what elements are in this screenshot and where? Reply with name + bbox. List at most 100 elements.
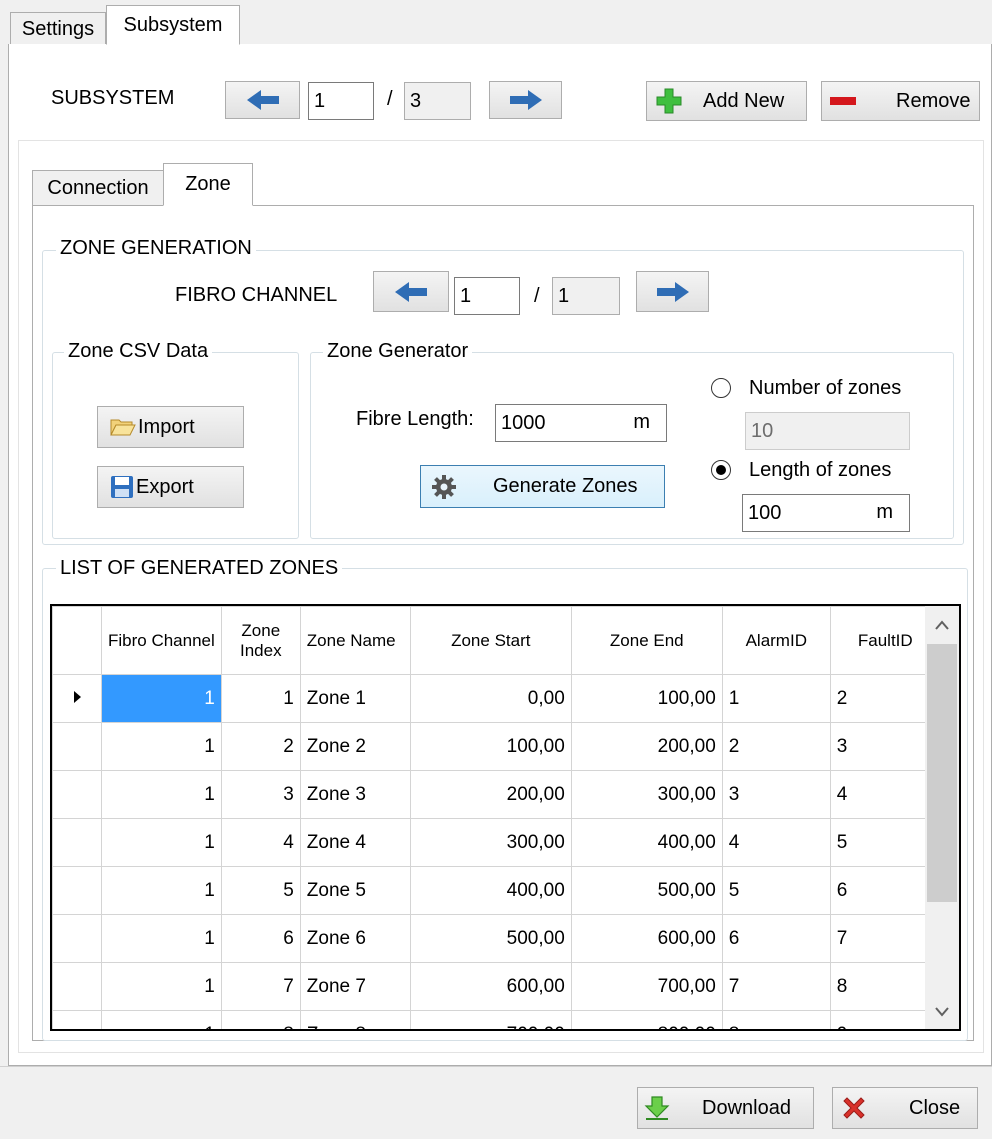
- table-cell[interactable]: Zone 4: [299, 818, 411, 867]
- table-row[interactable]: 1 1 Zone 1 0,00 100,00 1 2: [52, 674, 941, 723]
- table-cell[interactable]: 3: [721, 770, 831, 819]
- table-cell[interactable]: 6: [721, 914, 831, 963]
- table-row[interactable]: 1 6 Zone 6 500,00 600,00 6 7: [52, 914, 941, 963]
- table-row[interactable]: 1 7 Zone 7 600,00 700,00 7 8: [52, 962, 941, 1011]
- table-cell[interactable]: 1: [101, 1010, 222, 1029]
- table-row[interactable]: 1 4 Zone 4 300,00 400,00 4 5: [52, 818, 941, 867]
- tab-zone[interactable]: Zone: [163, 163, 253, 206]
- row-header[interactable]: [52, 722, 102, 771]
- table-cell[interactable]: 0,00: [409, 674, 572, 723]
- table-cell[interactable]: 200,00: [409, 770, 572, 819]
- row-header[interactable]: [52, 962, 102, 1011]
- table-cell[interactable]: 6: [829, 866, 941, 915]
- table-cell[interactable]: 1: [721, 674, 831, 723]
- zones-grid[interactable]: Fibro Channel Zone Index Zone Name Zone …: [50, 604, 961, 1031]
- table-cell[interactable]: 200,00: [570, 722, 723, 771]
- table-cell[interactable]: 2: [220, 722, 301, 771]
- channel-current-input[interactable]: 1: [454, 277, 520, 315]
- table-cell[interactable]: 100,00: [570, 674, 723, 723]
- remove-button[interactable]: Remove: [821, 81, 980, 121]
- table-cell[interactable]: Zone 7: [299, 962, 411, 1011]
- column-header-zone-index[interactable]: Zone Index: [220, 606, 301, 675]
- table-cell[interactable]: 3: [829, 722, 941, 771]
- scroll-down-icon[interactable]: [925, 995, 959, 1029]
- table-cell[interactable]: 7: [829, 914, 941, 963]
- table-cell[interactable]: 1: [101, 818, 222, 867]
- tab-subsystem[interactable]: Subsystem: [106, 5, 240, 45]
- download-button[interactable]: Download: [637, 1087, 814, 1129]
- close-button[interactable]: Close: [832, 1087, 978, 1129]
- table-cell[interactable]: Zone 2: [299, 722, 411, 771]
- add-new-button[interactable]: Add New: [646, 81, 807, 121]
- row-header[interactable]: [52, 914, 102, 963]
- scroll-up-icon[interactable]: [925, 608, 959, 642]
- tab-connection[interactable]: Connection: [32, 170, 164, 205]
- generate-zones-button[interactable]: Generate Zones: [420, 465, 665, 508]
- number-of-zones-radio[interactable]: [711, 378, 731, 398]
- grid-vertical-scrollbar[interactable]: [925, 606, 959, 1029]
- table-cell[interactable]: 1: [101, 914, 222, 963]
- table-cell[interactable]: 400,00: [570, 818, 723, 867]
- table-cell[interactable]: 2: [721, 722, 831, 771]
- table-cell[interactable]: 5: [829, 818, 941, 867]
- fibre-length-input[interactable]: 1000 m: [495, 404, 667, 442]
- row-header[interactable]: [52, 866, 102, 915]
- table-cell[interactable]: 400,00: [409, 866, 572, 915]
- table-row[interactable]: 1 3 Zone 3 200,00 300,00 3 4: [52, 770, 941, 819]
- column-header-fault-id[interactable]: FaultID: [829, 606, 941, 675]
- table-cell[interactable]: 700,00: [409, 1010, 572, 1029]
- table-cell[interactable]: 100,00: [409, 722, 572, 771]
- table-cell[interactable]: 500,00: [570, 866, 723, 915]
- table-cell[interactable]: 5: [220, 866, 301, 915]
- table-cell[interactable]: Zone 6: [299, 914, 411, 963]
- channel-prev-button[interactable]: [373, 271, 449, 312]
- tab-settings[interactable]: Settings: [10, 12, 106, 45]
- column-header-zone-start[interactable]: Zone Start: [409, 606, 572, 675]
- import-button[interactable]: Import: [97, 406, 244, 448]
- table-cell[interactable]: 1: [101, 674, 222, 723]
- column-header-zone-name[interactable]: Zone Name: [299, 606, 411, 675]
- table-cell[interactable]: 1: [101, 962, 222, 1011]
- table-cell[interactable]: 1: [101, 770, 222, 819]
- table-cell[interactable]: 4: [829, 770, 941, 819]
- table-cell[interactable]: Zone 3: [299, 770, 411, 819]
- table-cell[interactable]: Zone 1: [299, 674, 411, 723]
- scroll-thumb[interactable]: [927, 644, 957, 902]
- table-cell[interactable]: 1: [220, 674, 301, 723]
- row-header[interactable]: [52, 818, 102, 867]
- table-cell[interactable]: 600,00: [570, 914, 723, 963]
- table-row[interactable]: 1 2 Zone 2 100,00 200,00 2 3: [52, 722, 941, 771]
- length-of-zones-radio[interactable]: [711, 460, 731, 480]
- table-row[interactable]: 1 5 Zone 5 400,00 500,00 5 6: [52, 866, 941, 915]
- table-cell[interactable]: 300,00: [570, 770, 723, 819]
- column-header-fibro-channel[interactable]: Fibro Channel: [101, 606, 222, 675]
- subsystem-current-input[interactable]: 1: [308, 82, 374, 120]
- table-cell[interactable]: 9: [829, 1010, 941, 1029]
- column-header-alarm-id[interactable]: AlarmID: [721, 606, 831, 675]
- table-cell[interactable]: 4: [220, 818, 301, 867]
- row-header[interactable]: [52, 674, 102, 723]
- table-cell[interactable]: 1: [101, 866, 222, 915]
- table-cell[interactable]: 500,00: [409, 914, 572, 963]
- table-cell[interactable]: 800,00: [570, 1010, 723, 1029]
- table-cell[interactable]: 2: [829, 674, 941, 723]
- table-cell[interactable]: Zone 8: [299, 1010, 411, 1029]
- table-cell[interactable]: Zone 5: [299, 866, 411, 915]
- table-cell[interactable]: 300,00: [409, 818, 572, 867]
- subsystem-prev-button[interactable]: [225, 81, 300, 119]
- table-cell[interactable]: 8: [721, 1010, 831, 1029]
- table-cell[interactable]: 600,00: [409, 962, 572, 1011]
- table-cell[interactable]: 7: [220, 962, 301, 1011]
- channel-next-button[interactable]: [636, 271, 709, 312]
- export-button[interactable]: Export: [97, 466, 244, 508]
- table-cell[interactable]: 5: [721, 866, 831, 915]
- table-cell[interactable]: 3: [220, 770, 301, 819]
- length-of-zones-input[interactable]: 100 m: [742, 494, 910, 532]
- column-header-zone-end[interactable]: Zone End: [570, 606, 723, 675]
- subsystem-next-button[interactable]: [489, 81, 562, 119]
- table-cell[interactable]: 8: [829, 962, 941, 1011]
- table-cell[interactable]: 8: [220, 1010, 301, 1029]
- row-header[interactable]: [52, 1010, 102, 1029]
- table-row[interactable]: 18Zone 8700,00800,0089: [52, 1010, 941, 1029]
- table-cell[interactable]: 7: [721, 962, 831, 1011]
